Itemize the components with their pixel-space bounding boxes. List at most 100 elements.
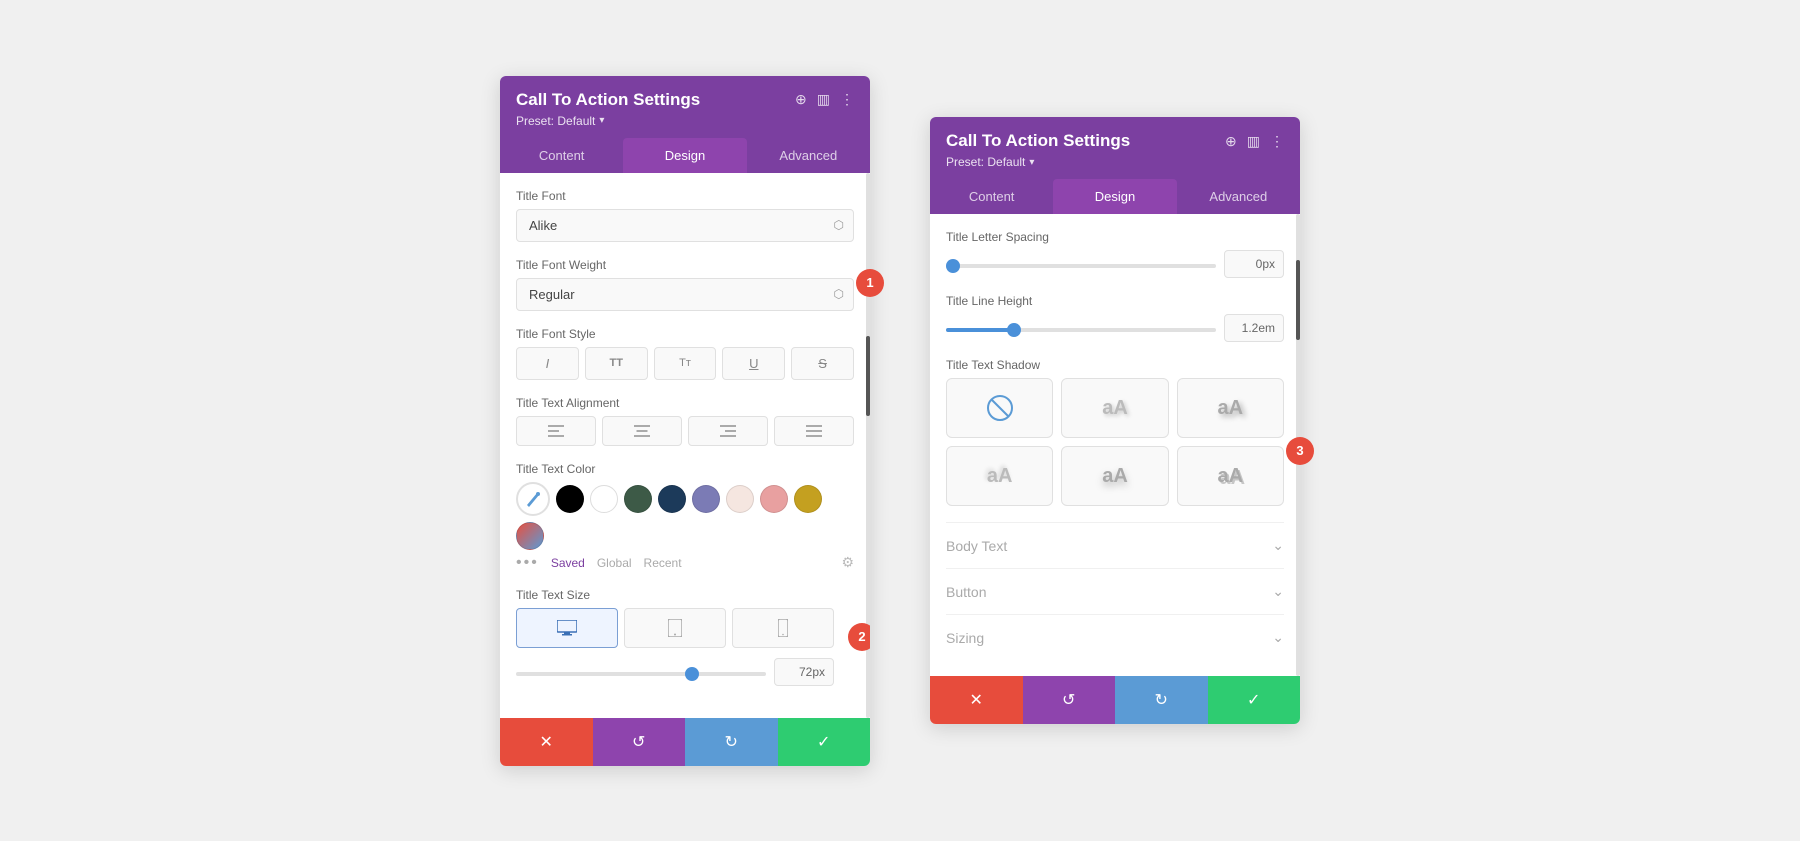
color-picker-row [516, 482, 854, 550]
title-text-alignment-label: Title Text Alignment [516, 396, 854, 410]
panel-2-layout-icon[interactable]: ▥ [1247, 133, 1260, 150]
panel-2-more-icon[interactable]: ⋮ [1270, 133, 1284, 150]
color-tab-recent[interactable]: Recent [644, 556, 682, 570]
title-font-weight-group: Title Font Weight Regular ⬡ [516, 258, 854, 311]
align-right-button[interactable] [688, 416, 768, 446]
title-line-height-group: Title Line Height 1.2em [946, 294, 1284, 342]
sizing-section[interactable]: Sizing ⌄ [946, 614, 1284, 660]
title-letter-spacing-group: Title Letter Spacing 0px [946, 230, 1284, 278]
shadow-option-3[interactable]: aA [946, 446, 1053, 506]
panel-2-container: Call To Action Settings ⊕ ▥ ⋮ Preset: De… [930, 117, 1300, 724]
tablet-size-button[interactable] [624, 608, 726, 648]
panel-1-layout-icon[interactable]: ▥ [817, 91, 830, 108]
title-letter-spacing-value[interactable]: 0px [1224, 250, 1284, 278]
title-font-select[interactable]: Alike [516, 209, 854, 242]
redo-button-1[interactable]: ↻ [685, 718, 778, 766]
save-button-1[interactable]: ✓ [778, 718, 871, 766]
tab-content-2[interactable]: Content [930, 179, 1053, 214]
title-size-slider-row: 72px [516, 658, 834, 686]
shadow-option-5[interactable]: aA [1177, 446, 1284, 506]
panel-1-body: Title Font Alike ⬡ Title Font Weight Reg… [500, 173, 870, 718]
title-text-size-group: Title Text Size 72px [516, 588, 854, 686]
title-font-weight-select-wrapper: Regular ⬡ [516, 278, 854, 311]
tab-content-1[interactable]: Content [500, 138, 623, 173]
panel-2-title: Call To Action Settings [946, 131, 1130, 151]
title-text-color-group: Title Text Color ••• [516, 462, 854, 572]
tab-design-1[interactable]: Design [623, 138, 746, 173]
panel-1-target-icon[interactable]: ⊕ [795, 91, 807, 108]
shadow-option-4[interactable]: aA [1061, 446, 1168, 506]
scrollbar-thumb-2[interactable] [1296, 260, 1300, 340]
title-font-weight-label: Title Font Weight [516, 258, 854, 272]
underline-button[interactable]: U [722, 347, 785, 380]
color-white[interactable] [590, 485, 618, 513]
badge-3: 3 [1286, 437, 1314, 465]
color-dark-green[interactable] [624, 485, 652, 513]
color-settings-icon[interactable]: ⚙ [841, 554, 854, 571]
color-gradient[interactable] [516, 522, 544, 550]
align-center-button[interactable] [602, 416, 682, 446]
shadow-text-4: aA [1102, 465, 1128, 488]
panel-2-header: Call To Action Settings ⊕ ▥ ⋮ Preset: De… [930, 117, 1300, 179]
title-size-value[interactable]: 72px [774, 658, 834, 686]
color-black[interactable] [556, 485, 584, 513]
body-text-section[interactable]: Body Text ⌄ [946, 522, 1284, 568]
desktop-size-button[interactable] [516, 608, 618, 648]
undo-button-2[interactable]: ↺ [1023, 676, 1116, 724]
badge-2: 2 [848, 623, 870, 651]
align-justify-button[interactable] [774, 416, 854, 446]
panel-2-title-row: Call To Action Settings ⊕ ▥ ⋮ [946, 131, 1284, 151]
shadow-text-3: aA [987, 465, 1013, 488]
color-dots: ••• [516, 554, 539, 572]
title-size-slider[interactable] [516, 672, 766, 676]
title-text-shadow-label: Title Text Shadow [946, 358, 1284, 372]
shadow-option-2[interactable]: aA [1177, 378, 1284, 438]
panel-2-footer: ✕ ↺ ↻ ✓ [930, 676, 1300, 724]
title-size-slider-wrapper [516, 663, 766, 681]
panel-1-more-icon[interactable]: ⋮ [840, 91, 854, 108]
color-light-pink[interactable] [726, 485, 754, 513]
color-gold[interactable] [794, 485, 822, 513]
capitalize-button[interactable]: Tт [654, 347, 717, 380]
size-device-row [516, 608, 834, 648]
panel-2: Call To Action Settings ⊕ ▥ ⋮ Preset: De… [930, 117, 1300, 724]
button-section[interactable]: Button ⌄ [946, 568, 1284, 614]
italic-button[interactable]: I [516, 347, 579, 380]
tab-advanced-1[interactable]: Advanced [747, 138, 870, 173]
title-line-height-value[interactable]: 1.2em [1224, 314, 1284, 342]
mobile-size-button[interactable] [732, 608, 834, 648]
color-tab-global[interactable]: Global [597, 556, 632, 570]
panel-2-target-icon[interactable]: ⊕ [1225, 133, 1237, 150]
button-chevron-icon: ⌄ [1272, 583, 1284, 600]
cancel-button-2[interactable]: ✕ [930, 676, 1023, 724]
align-left-button[interactable] [516, 416, 596, 446]
color-picker-button[interactable] [516, 482, 550, 516]
title-line-height-slider[interactable] [946, 328, 1216, 332]
color-pink[interactable] [760, 485, 788, 513]
title-line-height-slider-wrapper [946, 319, 1216, 337]
sizing-label: Sizing [946, 630, 984, 646]
title-font-group: Title Font Alike ⬡ [516, 189, 854, 242]
panel-2-preset[interactable]: Preset: Default [946, 155, 1284, 169]
title-font-weight-select[interactable]: Regular [516, 278, 854, 311]
undo-button-1[interactable]: ↺ [593, 718, 686, 766]
shadow-option-1[interactable]: aA [1061, 378, 1168, 438]
panel-1-preset[interactable]: Preset: Default [516, 114, 854, 128]
uppercase-button[interactable]: TT [585, 347, 648, 380]
shadow-text-1: aA [1102, 397, 1128, 420]
shadow-none-option[interactable] [946, 378, 1053, 438]
title-letter-spacing-slider[interactable] [946, 264, 1216, 268]
tab-design-2[interactable]: Design [1053, 179, 1176, 214]
color-purple[interactable] [692, 485, 720, 513]
panel-1-header: Call To Action Settings ⊕ ▥ ⋮ Preset: De… [500, 76, 870, 138]
tab-advanced-2[interactable]: Advanced [1177, 179, 1300, 214]
cancel-button-1[interactable]: ✕ [500, 718, 593, 766]
redo-button-2[interactable]: ↻ [1115, 676, 1208, 724]
strikethrough-button[interactable]: S [791, 347, 854, 380]
scrollbar-thumb-1[interactable] [866, 336, 870, 416]
color-tab-saved[interactable]: Saved [551, 556, 585, 570]
panel-2-icons: ⊕ ▥ ⋮ [1225, 133, 1284, 150]
title-text-color-label: Title Text Color [516, 462, 854, 476]
color-dark-blue[interactable] [658, 485, 686, 513]
save-button-2[interactable]: ✓ [1208, 676, 1301, 724]
